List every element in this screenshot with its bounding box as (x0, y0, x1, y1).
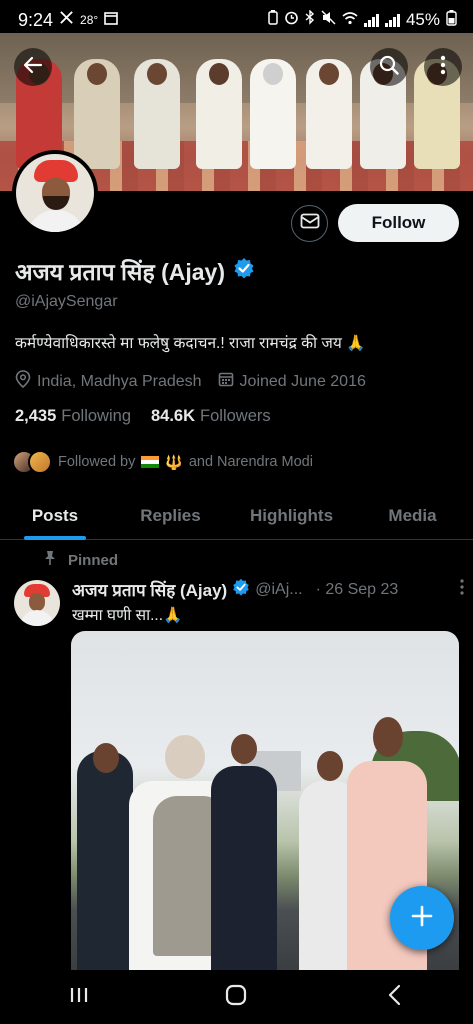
home-button[interactable] (206, 977, 266, 1017)
alarm-icon (284, 10, 299, 30)
home-icon (225, 984, 247, 1011)
followers-link[interactable]: 84.6K Followers (151, 407, 271, 426)
banner-person (134, 59, 180, 169)
pinned-indicator: Pinned (44, 550, 118, 570)
pin-icon (44, 550, 56, 570)
back-arrow-icon (23, 55, 43, 80)
follower-avatar (28, 450, 52, 474)
image-person (211, 734, 277, 971)
post-author-name[interactable]: अजय प्रताप सिंह (Ajay) (72, 578, 227, 601)
more-options-button[interactable] (424, 48, 462, 86)
post-author-avatar[interactable] (14, 580, 60, 626)
followed-by-prefix: Followed by (58, 454, 136, 470)
verified-badge-icon (232, 578, 250, 601)
back-chevron-icon (387, 984, 401, 1011)
battery-level: 45% (405, 10, 440, 29)
search-icon (379, 55, 399, 80)
mute-icon (321, 10, 336, 30)
system-nav-bar (0, 970, 473, 1024)
join-date-text: Joined June 2016 (239, 372, 366, 390)
join-date: Joined June 2016 (218, 371, 366, 392)
bluetooth-icon (305, 9, 315, 30)
message-button[interactable] (291, 205, 328, 242)
wifi-icon (342, 10, 358, 30)
battery-saver-icon (268, 10, 278, 30)
following-count: 2,435 (15, 407, 57, 425)
calendar-icon (218, 371, 234, 392)
profile-display-name: अजय प्रताप सिंह (Ajay) (15, 255, 255, 287)
post-header: अजय प्रताप सिंह (Ajay) @iAj... · 26 Sep … (72, 578, 464, 601)
trident-icon: 🔱 (165, 453, 183, 470)
followers-label: Followers (200, 407, 271, 425)
profile-avatar[interactable] (12, 150, 98, 236)
mail-icon (300, 213, 320, 234)
india-flag-icon (141, 456, 160, 468)
profile-meta: India, Madhya Pradesh Joined June 2016 (15, 370, 366, 393)
tab-highlights[interactable]: Highlights (231, 492, 352, 539)
post-date[interactable]: · 26 Sep 23 (316, 581, 399, 599)
tab-media[interactable]: Media (352, 492, 473, 539)
more-vertical-icon (440, 55, 446, 80)
location-pin-icon (15, 370, 31, 393)
followed-by[interactable]: Followed by 🔱 and Narendra Modi (12, 450, 313, 474)
location: India, Madhya Pradesh (15, 370, 202, 393)
follow-button[interactable]: Follow (338, 204, 459, 242)
banner-person (306, 59, 352, 169)
compose-button[interactable] (390, 886, 454, 950)
pinned-label: Pinned (68, 551, 119, 569)
post-text: खम्मा घणी सा...🙏 (72, 607, 183, 624)
banner-person (250, 59, 296, 169)
battery-icon (446, 9, 457, 31)
x-app-icon (59, 10, 74, 30)
banner-person (74, 59, 120, 169)
image-person (77, 743, 133, 971)
profile-bio: कर्मण्येवाधिकारस्ते मा फलेषु कदाचन.! राज… (15, 335, 366, 352)
compose-plus-icon (410, 904, 434, 933)
status-bar: 9:24 28° 45% (0, 0, 473, 40)
profile-stats: 2,435 Following 84.6K Followers (15, 407, 271, 426)
recents-button[interactable] (49, 977, 109, 1017)
status-time: 9:24 (18, 9, 54, 30)
followed-by-suffix: and Narendra Modi (188, 454, 313, 470)
tab-replies[interactable]: Replies (110, 492, 231, 539)
post-author-handle[interactable]: @iAj... (255, 581, 302, 599)
recents-icon (68, 986, 90, 1009)
tab-posts[interactable]: Posts (0, 492, 110, 539)
verified-badge-icon[interactable] (233, 257, 255, 285)
status-temperature: 28° (80, 13, 99, 27)
following-label: Following (61, 407, 131, 425)
profile-handle: @iAjaySengar (15, 293, 118, 310)
search-button[interactable] (370, 48, 408, 86)
signal-icon (363, 13, 379, 27)
profile-tabs: Posts Replies Highlights Media (0, 492, 473, 540)
following-link[interactable]: 2,435 Following (15, 407, 131, 426)
followers-count: 84.6K (151, 407, 196, 425)
back-nav-button[interactable] (364, 977, 424, 1017)
signal-icon-2 (384, 13, 400, 27)
location-text: India, Madhya Pradesh (37, 372, 202, 390)
back-button[interactable] (14, 48, 52, 86)
banner-person (196, 59, 242, 169)
calendar-notification-icon (104, 10, 119, 30)
display-name-text: अजय प्रताप सिंह (Ajay) (15, 259, 225, 285)
post-more-icon[interactable] (460, 579, 464, 600)
